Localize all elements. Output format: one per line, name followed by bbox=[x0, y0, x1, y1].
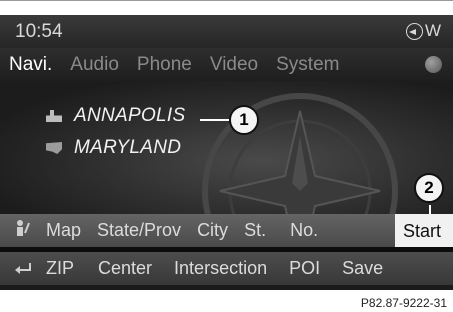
callout-1: 1 bbox=[229, 105, 259, 135]
tab-system[interactable]: System bbox=[276, 54, 339, 76]
center-button[interactable]: Center bbox=[98, 258, 152, 279]
back-icon[interactable] bbox=[14, 258, 32, 279]
active-marker: . bbox=[47, 53, 53, 75]
heading-indicator: W bbox=[405, 21, 441, 41]
state-icon bbox=[46, 142, 62, 154]
globe-icon[interactable] bbox=[425, 56, 442, 73]
number-button[interactable]: No. bbox=[290, 220, 318, 241]
top-border-line bbox=[0, 0, 453, 1]
intersection-button[interactable]: Intersection bbox=[174, 258, 267, 279]
destination-entry-bar: Map State/Prov City St. No. Start bbox=[0, 214, 453, 247]
main-function-bar: Navi. Audio Phone Video System bbox=[0, 48, 453, 81]
status-bar: 10:54 W bbox=[0, 15, 453, 48]
state-prov-button[interactable]: State/Prov bbox=[97, 220, 181, 241]
tab-navi[interactable]: Navi. bbox=[9, 54, 52, 76]
city-icon bbox=[46, 110, 62, 122]
start-button[interactable]: Start bbox=[395, 214, 453, 247]
state-row[interactable]: MARYLAND bbox=[46, 137, 181, 159]
clock: 10:54 bbox=[15, 21, 63, 42]
figure-reference-code: P82.87-9222-31 bbox=[360, 296, 447, 310]
person-icon[interactable] bbox=[14, 219, 32, 242]
zip-button[interactable]: ZIP bbox=[46, 258, 74, 279]
back-icon-graphic bbox=[15, 263, 31, 274]
city-button[interactable]: City bbox=[197, 220, 228, 241]
state-name: MARYLAND bbox=[74, 137, 182, 158]
heading-label: W bbox=[424, 21, 441, 40]
callout-2: 2 bbox=[414, 173, 444, 203]
search-options-bar: ZIP Center Intersection POI Save bbox=[0, 252, 453, 285]
destination-panel: ANNAPOLIS MARYLAND 1 2 bbox=[0, 81, 453, 214]
city-name: ANNAPOLIS bbox=[74, 105, 186, 126]
tab-video[interactable]: Video bbox=[210, 54, 258, 76]
save-button[interactable]: Save bbox=[342, 258, 383, 279]
tab-phone[interactable]: Phone bbox=[137, 54, 192, 76]
poi-button[interactable]: POI bbox=[289, 258, 320, 279]
compass-rose-graphic bbox=[202, 93, 398, 214]
street-button[interactable]: St. bbox=[244, 220, 266, 241]
person-icon-graphic bbox=[17, 220, 30, 236]
callout-2-leader bbox=[429, 205, 431, 214]
city-row[interactable]: ANNAPOLIS bbox=[46, 105, 185, 127]
map-button[interactable]: Map bbox=[46, 220, 81, 241]
tab-navi-label: Navi bbox=[9, 53, 48, 75]
compass-icon bbox=[405, 22, 423, 40]
tab-audio[interactable]: Audio bbox=[70, 54, 119, 76]
callout-1-leader bbox=[200, 119, 230, 121]
navigation-screen: 10:54 W Navi. Audio Phone Video System A… bbox=[0, 15, 453, 290]
